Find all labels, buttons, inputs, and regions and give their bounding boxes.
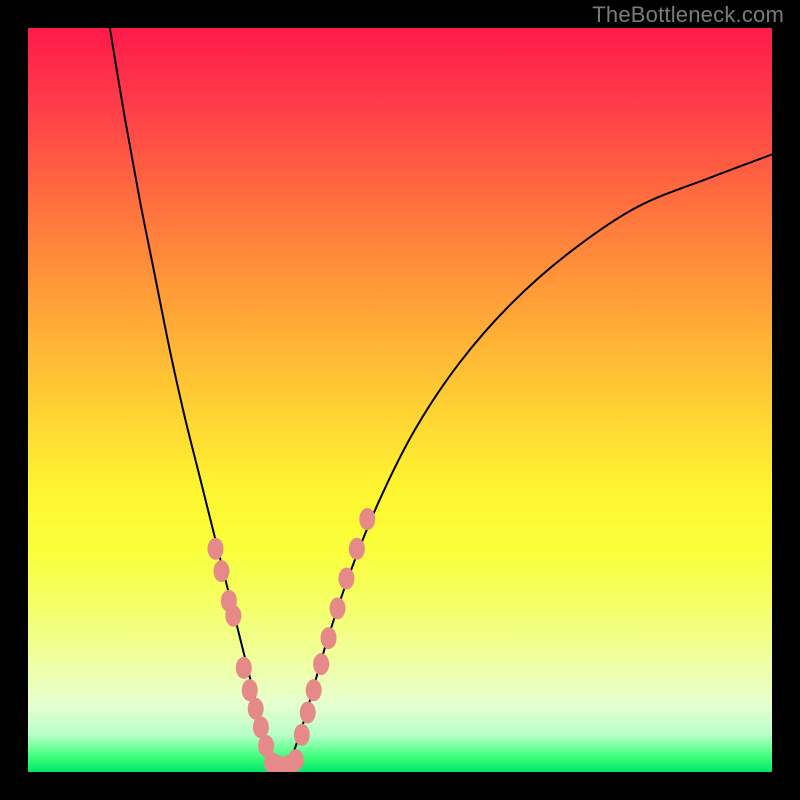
data-marker xyxy=(338,568,354,590)
data-marker xyxy=(349,538,365,560)
chart-frame: TheBottleneck.com xyxy=(0,0,800,800)
data-marker xyxy=(306,679,322,701)
data-marker xyxy=(225,605,241,627)
data-marker xyxy=(330,597,346,619)
plot-area xyxy=(28,28,772,772)
data-marker xyxy=(294,724,310,746)
markers-group xyxy=(207,508,375,772)
data-marker xyxy=(213,560,229,582)
data-marker xyxy=(288,749,304,771)
bottleneck-curve xyxy=(110,28,772,769)
data-marker xyxy=(236,657,252,679)
data-marker xyxy=(300,701,316,723)
series-group xyxy=(110,28,772,769)
data-marker xyxy=(207,538,223,560)
data-marker xyxy=(313,653,329,675)
data-marker xyxy=(321,627,337,649)
chart-svg xyxy=(28,28,772,772)
data-marker xyxy=(359,508,375,530)
watermark-text: TheBottleneck.com xyxy=(592,2,784,28)
